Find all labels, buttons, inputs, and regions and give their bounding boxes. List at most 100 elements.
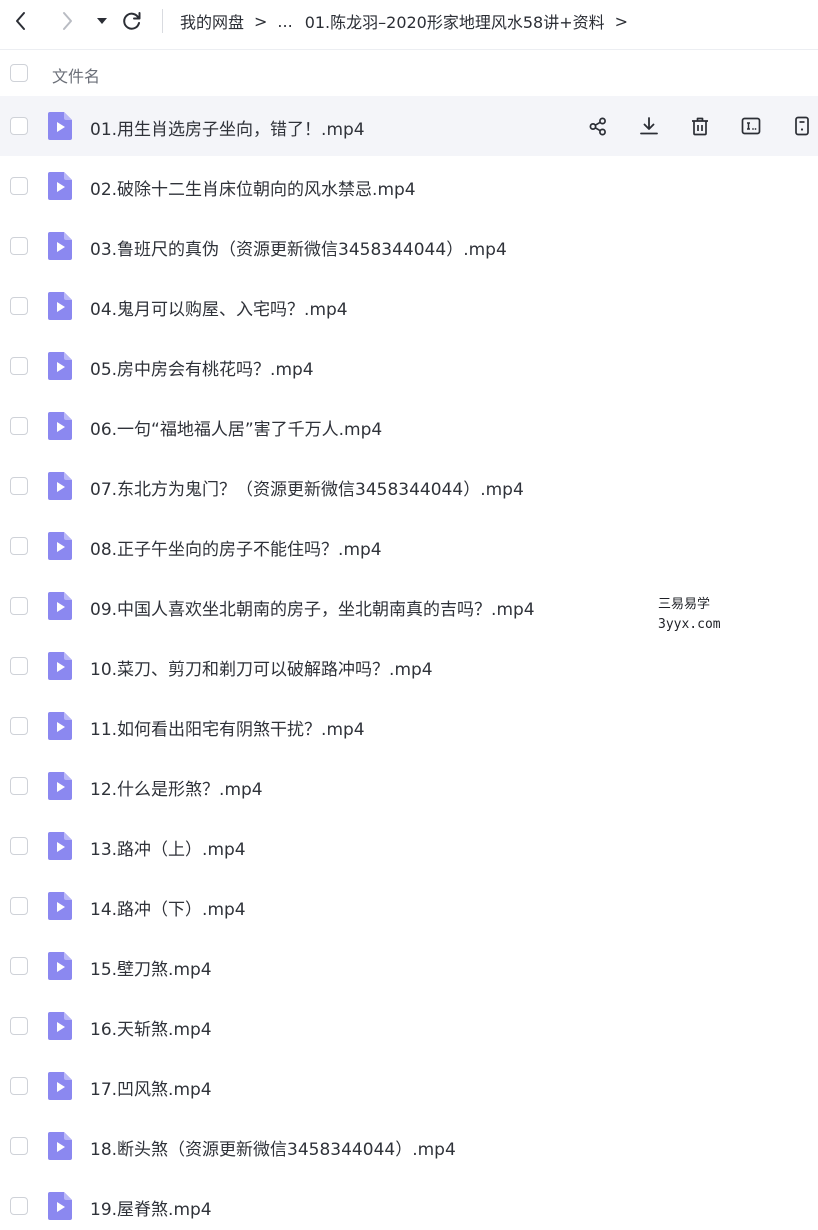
file-name[interactable]: 15.壁刀煞.mp4 — [90, 955, 212, 980]
file-row[interactable]: 10.菜刀、剪刀和剃刀可以破解路冲吗？.mp4 — [0, 636, 818, 696]
file-checkbox[interactable] — [10, 357, 28, 375]
file-name[interactable]: 11.如何看出阳宅有阴煞干扰？.mp4 — [90, 715, 365, 740]
file-row[interactable]: 14.路冲（下）.mp4 — [0, 876, 818, 936]
toolbar-divider-line — [0, 49, 818, 50]
forward-button[interactable] — [52, 6, 82, 36]
breadcrumb-separator: > — [254, 11, 268, 31]
video-file-icon — [48, 712, 72, 740]
file-checkbox[interactable] — [10, 777, 28, 795]
file-list-header: 文件名 — [0, 52, 818, 94]
share-button[interactable] — [583, 111, 613, 141]
rename-icon — [741, 117, 761, 135]
file-row[interactable]: 12.什么是形煞？.mp4 — [0, 756, 818, 816]
select-all-checkbox[interactable] — [10, 64, 28, 82]
download-button[interactable] — [634, 111, 664, 141]
file-name[interactable]: 09.中国人喜欢坐北朝南的房子，坐北朝南真的吉吗？.mp4 — [90, 595, 535, 620]
delete-icon — [692, 117, 708, 136]
file-name[interactable]: 18.断头煞（资源更新微信3458344044）.mp4 — [90, 1135, 456, 1160]
watermark: 三易易学 3yyx.com — [658, 595, 721, 635]
file-checkbox[interactable] — [10, 897, 28, 915]
refresh-button[interactable] — [117, 6, 147, 36]
file-name[interactable]: 12.什么是形煞？.mp4 — [90, 775, 263, 800]
caret-down-icon — [97, 18, 107, 24]
file-row[interactable]: 17.凹风煞.mp4 — [0, 1056, 818, 1116]
video-file-icon — [48, 412, 72, 440]
file-checkbox[interactable] — [10, 1137, 28, 1155]
file-name[interactable]: 05.房中房会有桃花吗？.mp4 — [90, 355, 314, 380]
file-name[interactable]: 04.鬼月可以购屋、入宅吗？.mp4 — [90, 295, 348, 320]
file-name[interactable]: 03.鲁班尺的真伪（资源更新微信3458344044）.mp4 — [90, 235, 507, 260]
chevron-left-icon — [16, 12, 25, 30]
video-file-icon — [48, 232, 72, 260]
file-row[interactable]: 02.破除十二生肖床位朝向的风水禁忌.mp4 — [0, 156, 818, 216]
file-row[interactable]: 07.东北方为鬼门？（资源更新微信3458344044）.mp4 — [0, 456, 818, 516]
file-row[interactable]: 05.房中房会有桃花吗？.mp4 — [0, 336, 818, 396]
video-file-icon — [48, 292, 72, 320]
file-checkbox[interactable] — [10, 1077, 28, 1095]
video-file-icon — [48, 772, 72, 800]
file-name[interactable]: 13.路冲（上）.mp4 — [90, 835, 246, 860]
file-row[interactable]: 03.鲁班尺的真伪（资源更新微信3458344044）.mp4 — [0, 216, 818, 276]
file-checkbox[interactable] — [10, 837, 28, 855]
file-name[interactable]: 10.菜刀、剪刀和剃刀可以破解路冲吗？.mp4 — [90, 655, 433, 680]
navigation-toolbar: 我的网盘 > ... 01.陈龙羽–2020形家地理风水58讲+资料 > — [0, 0, 818, 44]
delete-button[interactable] — [685, 111, 715, 141]
file-name[interactable]: 19.屋脊煞.mp4 — [90, 1195, 212, 1220]
file-row[interactable]: 01.用生肖选房子坐向，错了！.mp4 — [0, 96, 818, 156]
file-checkbox[interactable] — [10, 957, 28, 975]
history-dropdown-button[interactable] — [87, 6, 117, 36]
file-name[interactable]: 17.凹风煞.mp4 — [90, 1075, 212, 1100]
file-checkbox[interactable] — [10, 177, 28, 195]
file-row[interactable]: 04.鬼月可以购屋、入宅吗？.mp4 — [0, 276, 818, 336]
video-file-icon — [48, 952, 72, 980]
file-row[interactable]: 11.如何看出阳宅有阴煞干扰？.mp4 — [0, 696, 818, 756]
file-name[interactable]: 14.路冲（下）.mp4 — [90, 895, 246, 920]
file-checkbox[interactable] — [10, 417, 28, 435]
file-name[interactable]: 08.正子午坐向的房子不能住吗？.mp4 — [90, 535, 382, 560]
file-name[interactable]: 07.东北方为鬼门？（资源更新微信3458344044）.mp4 — [90, 475, 524, 500]
file-name[interactable]: 06.一句“福地福人居”害了千万人.mp4 — [90, 415, 382, 440]
video-file-icon — [48, 1132, 72, 1160]
watermark-url: 3yyx.com — [658, 617, 721, 632]
more-button[interactable] — [787, 111, 817, 141]
file-checkbox[interactable] — [10, 477, 28, 495]
video-file-icon — [48, 1072, 72, 1100]
video-file-icon — [48, 352, 72, 380]
file-row[interactable]: 16.天斩煞.mp4 — [0, 996, 818, 1056]
breadcrumb-ellipsis[interactable]: ... — [277, 12, 292, 31]
file-name[interactable]: 16.天斩煞.mp4 — [90, 1015, 212, 1040]
column-header-filename[interactable]: 文件名 — [52, 63, 100, 87]
video-file-icon — [48, 532, 72, 560]
video-file-icon — [48, 832, 72, 860]
breadcrumb-current-folder[interactable]: 01.陈龙羽–2020形家地理风水58讲+资料 — [305, 9, 605, 33]
refresh-icon — [123, 12, 141, 30]
file-row[interactable]: 06.一句“福地福人居”害了千万人.mp4 — [0, 396, 818, 456]
file-checkbox[interactable] — [10, 1017, 28, 1035]
file-checkbox[interactable] — [10, 297, 28, 315]
file-checkbox[interactable] — [10, 657, 28, 675]
breadcrumb-root[interactable]: 我的网盘 — [180, 9, 244, 33]
video-file-icon — [48, 1012, 72, 1040]
rename-button[interactable] — [736, 111, 766, 141]
file-row[interactable]: 18.断头煞（资源更新微信3458344044）.mp4 — [0, 1116, 818, 1176]
file-checkbox[interactable] — [10, 1197, 28, 1215]
file-checkbox[interactable] — [10, 237, 28, 255]
video-file-icon — [48, 472, 72, 500]
file-checkbox[interactable] — [10, 537, 28, 555]
file-row[interactable]: 13.路冲（上）.mp4 — [0, 816, 818, 876]
breadcrumb-separator: > — [614, 11, 629, 31]
video-file-icon — [48, 592, 72, 620]
file-checkbox[interactable] — [10, 717, 28, 735]
file-row[interactable]: 08.正子午坐向的房子不能住吗？.mp4 — [0, 516, 818, 576]
file-name[interactable]: 02.破除十二生肖床位朝向的风水禁忌.mp4 — [90, 175, 416, 200]
file-row[interactable]: 19.屋脊煞.mp4 — [0, 1176, 818, 1230]
more-icon — [795, 116, 809, 136]
video-file-icon — [48, 172, 72, 200]
row-actions — [0, 111, 818, 141]
breadcrumb: 我的网盘 > ... 01.陈龙羽–2020形家地理风水58讲+资料 > — [180, 9, 638, 33]
video-file-icon — [48, 892, 72, 920]
video-file-icon — [48, 1192, 72, 1220]
back-button[interactable] — [6, 6, 36, 36]
file-checkbox[interactable] — [10, 597, 28, 615]
file-row[interactable]: 15.壁刀煞.mp4 — [0, 936, 818, 996]
